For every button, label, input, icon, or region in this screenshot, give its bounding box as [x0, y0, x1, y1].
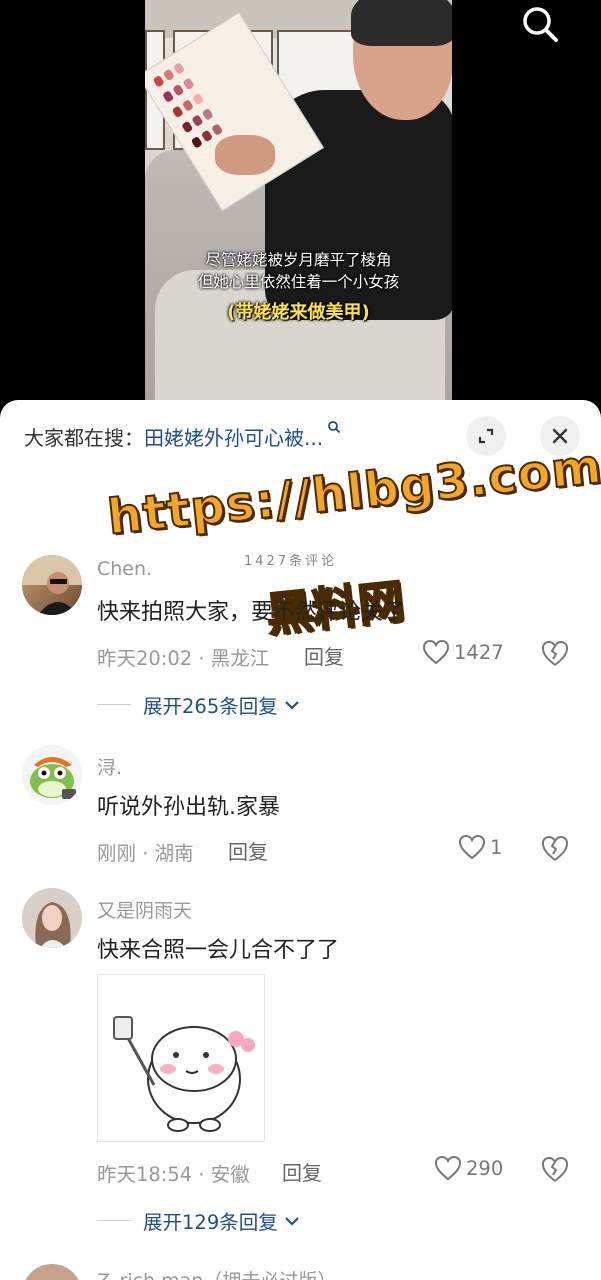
- expand-replies[interactable]: 展开265条回复: [97, 690, 302, 719]
- reply-button[interactable]: 回复: [282, 1157, 322, 1186]
- expand-replies-label: 展开265条回复: [143, 695, 278, 718]
- heart-icon: [422, 639, 450, 665]
- hot-search-label: 大家都在搜：: [24, 426, 144, 450]
- expand-replies-label: 展开129条回复: [143, 1211, 278, 1234]
- avatar[interactable]: [22, 745, 82, 805]
- avatar[interactable]: [22, 888, 82, 948]
- search-icon: [523, 7, 558, 42]
- hot-search-bar[interactable]: 大家都在搜：田姥姥外孙可心被...: [24, 421, 341, 451]
- comment-sheet: 大家都在搜：田姥姥外孙可心被... 1427条评论 https://hlbg3.…: [0, 400, 601, 1280]
- small-search-icon: [328, 421, 341, 434]
- watermark-url: https://hlbg3.com: [104, 437, 601, 547]
- like-button[interactable]: 1427: [422, 639, 504, 665]
- fullscreen-button[interactable]: [466, 416, 506, 456]
- video-frame: 尽管姥姥被岁月磨平了棱角 但她心里依然住着一个小女孩 (带姥姥来做美甲): [145, 0, 452, 405]
- comment-username[interactable]: 浔.: [97, 753, 122, 780]
- comment-text[interactable]: 快来拍照大家，要不然评论关了: [97, 594, 405, 626]
- heart-icon: [458, 834, 486, 860]
- chevron-down-icon: [284, 1216, 299, 1226]
- divider: [97, 704, 131, 705]
- reply-button[interactable]: 回复: [228, 836, 268, 865]
- chevron-down-icon: [284, 700, 299, 710]
- watermark: 1427条评论 https://hlbg3.com 黑料网: [0, 437, 601, 643]
- comment-count-partial: 1427条评论: [244, 554, 338, 569]
- expand-icon: [478, 428, 494, 444]
- avatar-image: [22, 888, 82, 948]
- like-button[interactable]: 1: [458, 834, 502, 860]
- like-count: 1427: [454, 640, 504, 664]
- comment-username[interactable]: Chen.: [97, 558, 152, 580]
- close-icon: [552, 428, 568, 444]
- search-button[interactable]: [518, 2, 562, 46]
- video-subtitle-line2: 但她心里依然住着一个小女孩: [197, 273, 400, 291]
- like-button[interactable]: 290: [434, 1155, 503, 1181]
- reply-button[interactable]: 回复: [304, 641, 344, 670]
- video-player[interactable]: 尽管姥姥被岁月磨平了棱角 但她心里依然住着一个小女孩 (带姥姥来做美甲): [0, 0, 601, 410]
- avatar-image: [30, 757, 76, 799]
- video-subtitle-line1: 尽管姥姥被岁月磨平了棱角: [205, 251, 392, 269]
- comment-text[interactable]: 听说外孙出轨.家暴: [97, 789, 280, 821]
- comment-username[interactable]: Z_rich.man（拥去必过版）: [97, 1266, 336, 1280]
- avatar[interactable]: [22, 1264, 82, 1280]
- comment-meta: 昨天18:54 · 安徽: [97, 1163, 250, 1186]
- avatar[interactable]: [22, 555, 82, 615]
- like-count: 1: [490, 835, 503, 859]
- close-button[interactable]: [540, 416, 580, 456]
- comment-text[interactable]: 快来合照一会儿合不了了: [97, 932, 339, 964]
- cartoon-sticker: [113, 1016, 255, 1132]
- avatar-image: [22, 555, 82, 615]
- expand-replies[interactable]: 展开129条回复: [97, 1206, 302, 1235]
- video-person-hand: [215, 135, 275, 175]
- broken-heart-icon[interactable]: [540, 1155, 570, 1183]
- divider: [97, 1220, 131, 1221]
- broken-heart-icon[interactable]: [540, 639, 570, 667]
- comment-meta: 刚刚 · 湖南: [97, 842, 194, 865]
- video-subtitle-tag: (带姥姥来做美甲): [227, 302, 370, 323]
- video-person-hair: [351, 0, 452, 46]
- heart-icon: [434, 1155, 462, 1181]
- hot-search-link[interactable]: 田姥姥外孙可心被...: [144, 426, 323, 450]
- comment-username[interactable]: 又是阴雨天: [97, 896, 192, 923]
- like-count: 290: [466, 1156, 504, 1180]
- broken-heart-icon[interactable]: [540, 834, 570, 862]
- comment-meta: 昨天20:02 · 黑龙江: [97, 647, 270, 670]
- comment-sticker-image[interactable]: [97, 974, 265, 1142]
